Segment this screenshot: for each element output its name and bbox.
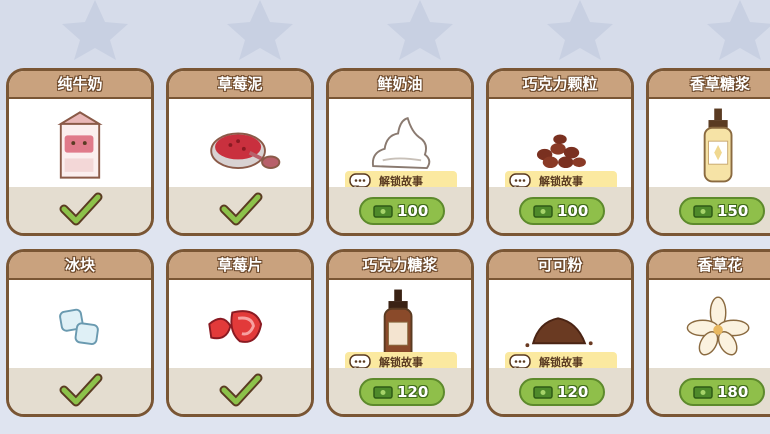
cash-icon [373,386,393,399]
milk-carton-icon [57,111,103,179]
card-title: 草莓片 [169,252,311,280]
price-label: 120 [397,383,429,401]
cash-icon [373,205,393,218]
vanilla-flower-icon [686,296,750,356]
buy-button[interactable]: 150 [679,197,765,225]
owned-check-icon [219,192,263,226]
card-title: 可可粉 [489,252,631,280]
card-title: 巧克力颗粒 [489,71,631,99]
ingredient-card-whipped-cream[interactable]: 鲜奶油 解锁故事 100 [326,68,474,236]
background-star-icon [227,0,293,60]
cash-icon [693,386,713,399]
strawberry-puree-icon [210,132,281,169]
price-label: 100 [397,202,429,220]
ingredient-card-strawberry-slices[interactable]: 草莓片 [166,249,314,417]
owned-check-icon [59,192,103,226]
buy-button[interactable]: 120 [519,378,605,406]
cash-icon [693,205,713,218]
ingredient-card-chocolate-chips[interactable]: 巧克力颗粒 解锁故事 100 [486,68,634,236]
card-title: 巧克力糖浆 [329,252,471,280]
buy-button[interactable]: 180 [679,378,765,406]
card-title: 香草花 [649,252,770,280]
background-star-icon [62,0,128,60]
card-title: 香草糖浆 [649,71,770,99]
owned-check-icon [59,373,103,407]
price-label: 150 [717,202,749,220]
ice-cubes-icon [59,308,99,345]
buy-button[interactable]: 100 [519,197,605,225]
cash-icon [533,386,553,399]
owned-check-icon [219,373,263,407]
ingredient-card-vanilla-flower[interactable]: 香草花 180 [646,249,770,417]
ingredient-card-milk[interactable]: 纯牛奶 [6,68,154,236]
ingredient-card-ice[interactable]: 冰块 [6,249,154,417]
card-title: 冰块 [9,252,151,280]
card-title: 纯牛奶 [9,71,151,99]
vanilla-syrup-bottle-icon [703,108,733,183]
background-star-icon [387,0,453,60]
strawberry-slices-icon [208,310,263,343]
buy-button[interactable]: 100 [359,197,445,225]
buy-button[interactable]: 120 [359,378,445,406]
background-star-icon [547,0,613,60]
ingredient-card-chocolate-syrup[interactable]: 巧克力糖浆 解锁故事 120 [326,249,474,417]
ingredient-card-vanilla-syrup[interactable]: 香草糖浆 150 [646,68,770,236]
price-label: 180 [717,383,749,401]
background-star-icon [707,0,770,60]
card-title: 鲜奶油 [329,71,471,99]
card-title: 草莓泥 [169,71,311,99]
ingredient-card-cocoa-powder[interactable]: 可可粉 解锁故事 120 [486,249,634,417]
price-label: 100 [557,202,589,220]
cash-icon [533,205,553,218]
ingredient-card-strawberry-puree[interactable]: 草莓泥 [166,68,314,236]
price-label: 120 [557,383,589,401]
